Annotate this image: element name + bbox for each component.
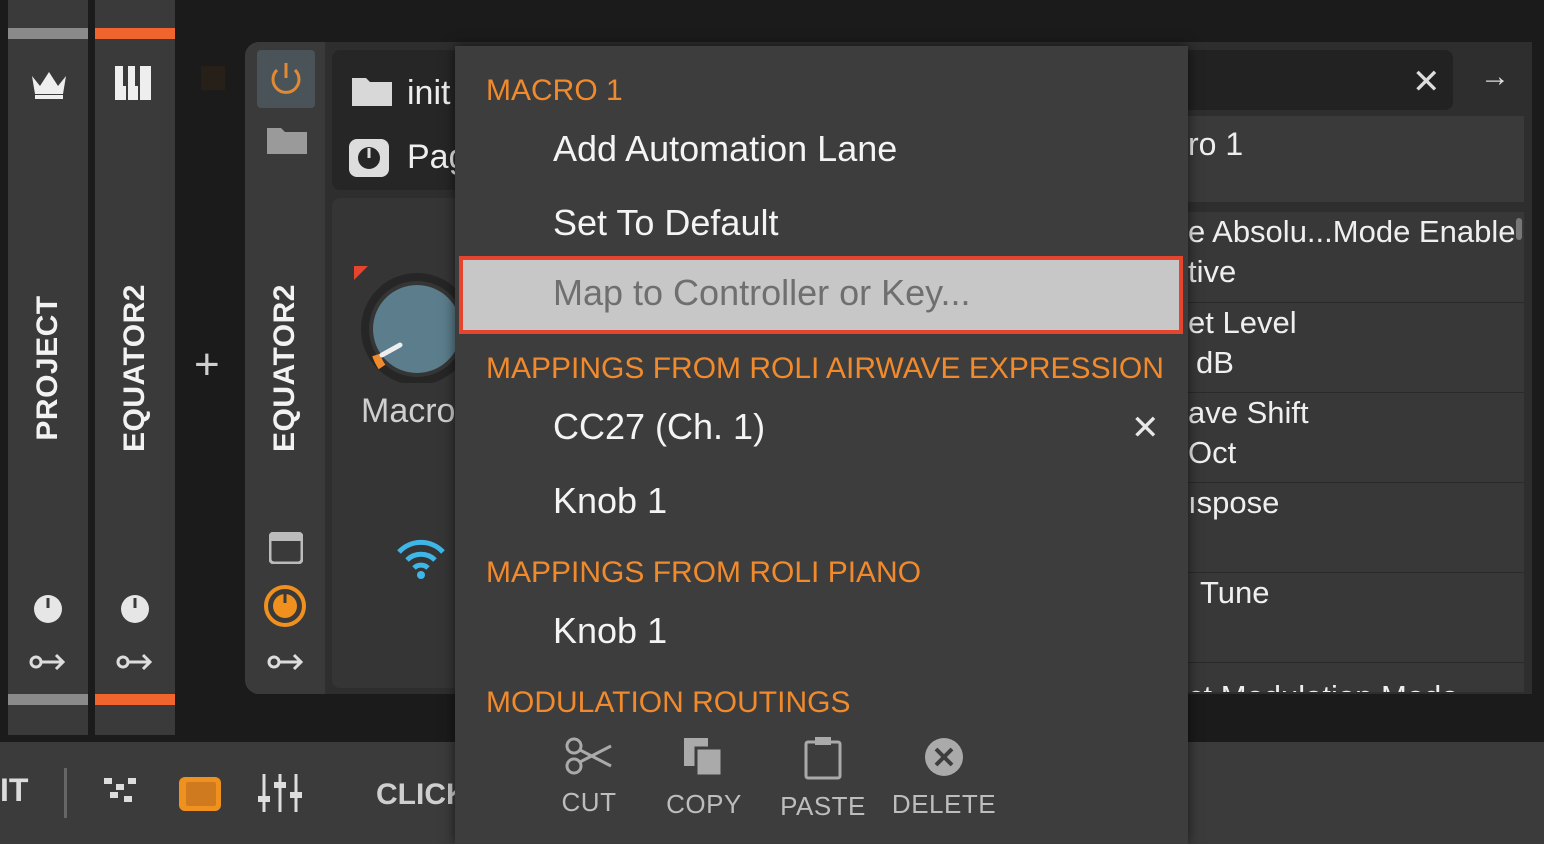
track-name-equator2: EQUATOR2 — [118, 283, 151, 452]
grid-icon[interactable] — [104, 776, 138, 811]
scissors-icon — [565, 737, 612, 775]
routing-icon[interactable] — [267, 652, 305, 677]
panel-title-text: ro 1 — [1188, 126, 1244, 162]
wireless-icon — [396, 538, 446, 585]
toolbar-left-text[interactable]: IT — [0, 772, 28, 809]
clipboard-icon — [804, 737, 842, 780]
page-icon[interactable] — [348, 138, 390, 183]
menu-item-map-to-controller[interactable]: Map to Controller or Key... — [459, 256, 1183, 334]
device-name: EQUATOR2 — [268, 284, 301, 452]
track-color-bar — [95, 28, 175, 39]
parameter-list: e Absolu...Mode Enable tive et Level dB av… — [1188, 212, 1524, 692]
list-item[interactable]: ave Shift Oct — [1188, 393, 1524, 483]
panel-toggle-icon[interactable] — [178, 776, 222, 817]
arrow-right-icon[interactable]: → — [1480, 60, 1510, 94]
menu-header-airwave: MAPPINGS FROM ROLI AIRWAVE EXPRESSION — [486, 352, 1164, 385]
menu-header-macro: MACRO 1 — [486, 74, 623, 107]
delete-button[interactable]: DELETE — [889, 736, 999, 820]
list-item[interactable]: e Absolu...Mode Enable tive — [1188, 212, 1524, 303]
list-item[interactable]: et Level dB — [1188, 303, 1524, 393]
macro-label: Macro — [361, 392, 456, 430]
context-menu: MACRO 1 Add Automation Lane Set To Defau… — [455, 46, 1188, 844]
copy-button[interactable]: COPY — [649, 736, 759, 820]
paste-button[interactable]: PASTE — [768, 736, 878, 822]
menu-item-mapping-knob1-piano[interactable]: Knob 1 — [553, 610, 667, 652]
crown-icon — [30, 68, 68, 105]
track-strip-equator2[interactable]: EQUATOR2 — [95, 0, 175, 735]
list-item[interactable]: ıspose — [1188, 483, 1524, 573]
copy-label: COPY — [666, 789, 742, 819]
paste-label: PASTE — [780, 791, 866, 821]
track-name-project: PROJECT — [31, 294, 64, 441]
piano-icon — [115, 66, 151, 105]
small-square-indicator — [201, 66, 225, 90]
menu-header-modulation: MODULATION ROUTINGS — [486, 686, 851, 719]
device-sidebar: EQUATOR2 — [245, 42, 325, 694]
menu-item-mapping-cc27[interactable]: CC27 (Ch. 1) — [553, 406, 765, 448]
track-color-bar-bottom — [8, 694, 88, 705]
routing-icon[interactable] — [116, 652, 154, 677]
menu-item-map-to-controller-label: Map to Controller or Key... — [553, 272, 971, 313]
routing-icon[interactable] — [29, 652, 67, 677]
menu-item-add-automation-lane[interactable]: Add Automation Lane — [553, 128, 897, 170]
panel-title: ro 1 — [1188, 116, 1524, 202]
preset-name[interactable]: init — [407, 74, 450, 113]
modulator-knob-icon[interactable] — [263, 584, 307, 633]
menu-item-set-to-default[interactable]: Set To Default — [553, 202, 778, 244]
click-label[interactable]: CLICK — [376, 778, 468, 812]
list-item[interactable]: ct Modulation Mode — [1188, 663, 1524, 692]
scrollbar[interactable] — [1516, 218, 1522, 240]
mixer-icon[interactable] — [258, 772, 302, 819]
delete-label: DELETE — [891, 789, 997, 819]
menu-item-mapping-knob1-airwave[interactable]: Knob 1 — [553, 480, 667, 522]
power-button[interactable] — [257, 50, 315, 108]
toolbar-divider — [64, 768, 67, 818]
power-icon — [271, 63, 301, 94]
folder-icon[interactable] — [267, 124, 307, 159]
parameter-panel: ✕ → ro 1 e Absolu...Mode Enable tive et L… — [1188, 42, 1532, 694]
window-icon[interactable] — [268, 531, 304, 569]
folder-icon[interactable] — [352, 74, 392, 111]
close-icon[interactable]: ✕ — [1412, 62, 1441, 102]
add-device-button[interactable]: + — [194, 340, 220, 390]
panel-header: ✕ — [1188, 50, 1453, 110]
track-color-bar — [8, 28, 88, 39]
volume-knob-icon[interactable] — [33, 594, 63, 629]
cut-button[interactable]: CUT — [534, 736, 644, 818]
copy-icon — [684, 738, 724, 778]
delete-icon — [925, 738, 963, 776]
list-item[interactable]: Tune — [1188, 573, 1524, 663]
menu-header-roli-piano: MAPPINGS FROM ROLI PIANO — [486, 556, 922, 589]
cut-label: CUT — [561, 787, 617, 817]
remove-mapping-icon[interactable]: ✕ — [1131, 408, 1160, 448]
track-strip-project[interactable]: PROJECT — [8, 0, 88, 735]
volume-knob-icon[interactable] — [120, 594, 150, 629]
track-color-bar-bottom — [95, 694, 175, 705]
